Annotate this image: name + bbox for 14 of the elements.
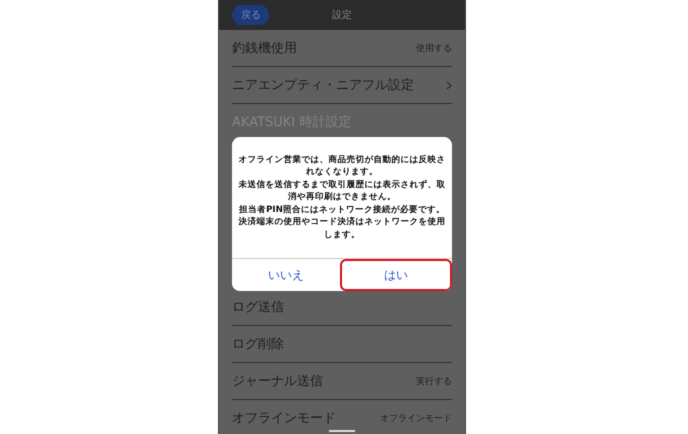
setting-value: 使用する [416,42,452,54]
setting-label[interactable]: オフラインモード [232,409,336,427]
setting-value: 実行する [416,376,452,388]
setting-label[interactable]: ニアエンプティ・ニアフル設定 [232,76,414,94]
back-button[interactable]: 戻る [231,5,269,25]
screen-title: 設定 [332,8,352,22]
setting-label[interactable]: ジャーナル送信 [232,372,323,390]
home-indicator [329,430,355,432]
dialog-message: オフライン営業では、商品売切が自動的には反映されなくなります。 未送信を送信するまで取引履歴には表示されず、取消や再印刷はできません。 担当者PIN照合にはネットワーク接続が必要です。 決済端末の使用やコード決済はネットワークを使用します。 [238,154,446,242]
setting-label[interactable]: ログ削除 [232,335,284,353]
setting-label[interactable]: ログ送信 [232,298,284,316]
dialog-button[interactable]: はい [340,259,452,291]
setting-value: オフラインモード [380,412,452,424]
setting-label[interactable]: 釣銭機使用 [232,39,297,57]
